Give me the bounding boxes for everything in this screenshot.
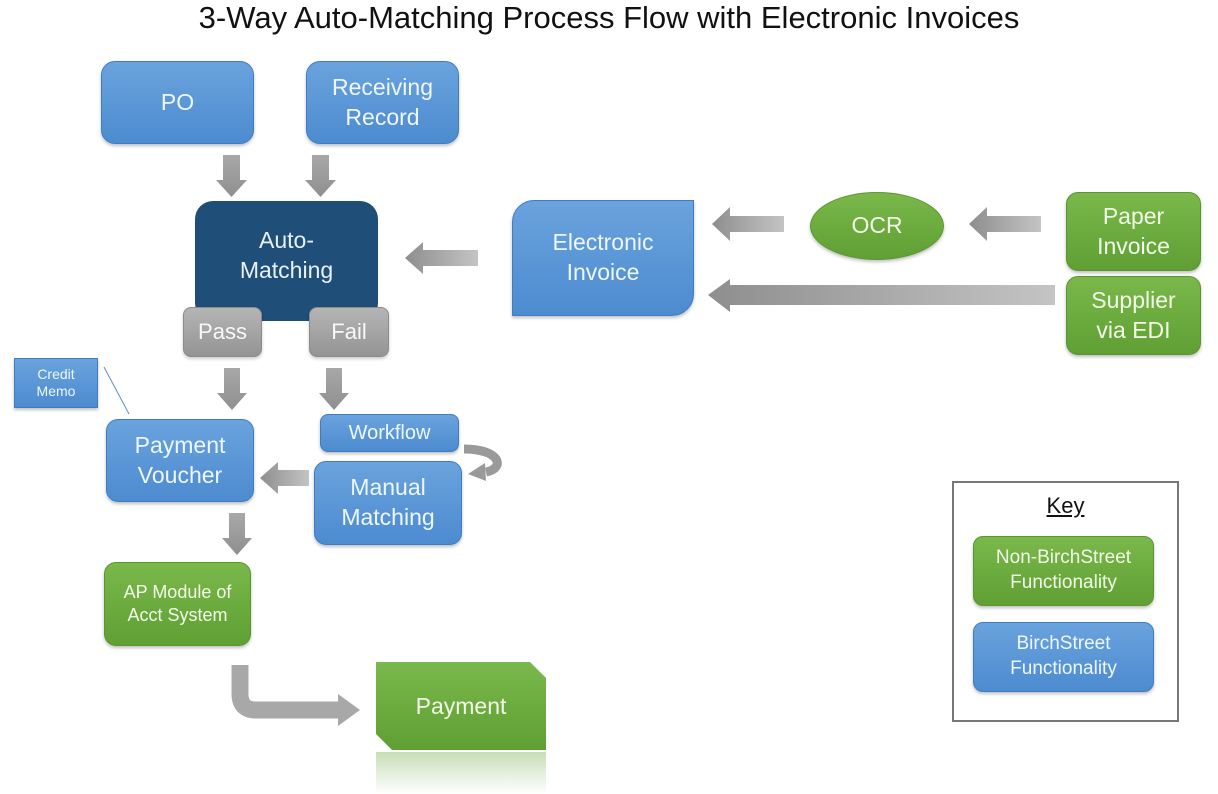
auto-matching-node: Auto- Matching: [195, 201, 378, 321]
arrow-workflow-loop: [463, 444, 502, 477]
paper-invoice-label-2: Invoice: [1097, 232, 1170, 259]
electronic-invoice-node: Electronic Invoice: [512, 200, 694, 316]
payment-voucher-node: Payment Voucher: [106, 419, 254, 502]
ap-module-label-2: Acct System: [127, 605, 228, 625]
manual-matching-node: Manual Matching: [314, 461, 462, 545]
legend-birchstreet-label-1: BirchStreet: [1016, 633, 1111, 655]
credit-memo-label-2: Memo: [36, 383, 76, 399]
pass-label: Pass: [198, 318, 247, 344]
credit-memo-node: Credit Memo: [14, 358, 98, 408]
supplier-edi-label-1: Supplier: [1091, 286, 1176, 313]
arrow-voucher-to-ap: [222, 513, 252, 555]
paper-invoice-label-1: Paper: [1102, 202, 1165, 229]
legend-non-birchstreet: Non-BirchStreet Functionality: [973, 536, 1154, 606]
arrow-pass-to-voucher: [217, 368, 247, 410]
arrow-receiving-to-automatch: [305, 155, 336, 197]
fail-node: Fail: [309, 307, 389, 357]
arrow-ap-to-payment: [231, 665, 340, 719]
payment-node: Payment: [376, 662, 546, 750]
ocr-node: OCR: [810, 192, 944, 260]
po-node: PO: [101, 61, 254, 144]
diagram-title: 3-Way Auto-Matching Process Flow with El…: [198, 0, 1020, 35]
payment-reflection: [376, 752, 546, 794]
electronic-invoice-label-2: Invoice: [566, 259, 640, 285]
arrow-einvoice-to-automatch: [405, 242, 478, 274]
workflow-node: Workflow: [320, 414, 459, 452]
arrow-paper-to-ocr: [969, 207, 1041, 241]
auto-matching-label-2: Matching: [239, 257, 334, 283]
payment-voucher-label-1: Payment: [134, 431, 226, 458]
po-label: PO: [160, 88, 195, 115]
ap-module-label-1: AP Module of: [123, 581, 232, 602]
payment-label: Payment: [415, 692, 507, 719]
payment-voucher-label-2: Voucher: [137, 461, 223, 488]
credit-memo-connector: [103, 366, 130, 415]
arrow-manual-to-voucher: [260, 462, 309, 494]
legend-non-birchstreet-label-2: Functionality: [1010, 572, 1117, 593]
credit-memo-label-1: Credit: [37, 365, 75, 382]
legend-birchstreet: BirchStreet Functionality: [973, 622, 1154, 692]
receiving-record-node: Receiving Record: [306, 61, 459, 144]
arrow-edi-to-einvoice: [708, 279, 1055, 312]
legend-key: Key Non-BirchStreet Functionality BirchS…: [952, 481, 1179, 722]
manual-matching-label-2: Matching: [341, 504, 435, 530]
supplier-edi-node: Supplier via EDI: [1066, 276, 1201, 355]
ocr-label: OCR: [851, 212, 903, 239]
ap-module-node: AP Module of Acct System: [104, 562, 251, 646]
legend-title: Key: [1046, 493, 1085, 518]
fail-label: Fail: [331, 318, 367, 344]
pass-node: Pass: [183, 307, 262, 357]
payment-node-wrap: Payment: [376, 662, 546, 794]
arrow-fail-to-workflow: [319, 368, 349, 410]
manual-matching-label-1: Manual: [350, 474, 426, 501]
supplier-edi-label-2: via EDI: [1096, 316, 1171, 343]
legend-birchstreet-label-2: Functionality: [1010, 658, 1117, 679]
workflow-label: Workflow: [348, 422, 431, 444]
receiving-record-label: Receiving Record: [332, 73, 433, 130]
electronic-invoice-label-1: Electronic: [552, 229, 654, 256]
arrow-po-to-automatch: [216, 155, 247, 197]
legend-non-birchstreet-label-1: Non-BirchStreet: [995, 547, 1132, 569]
arrow-ocr-to-einvoice: [712, 207, 784, 241]
auto-matching-label-1: Auto-: [259, 227, 314, 254]
paper-invoice-node: Paper Invoice: [1066, 192, 1201, 271]
